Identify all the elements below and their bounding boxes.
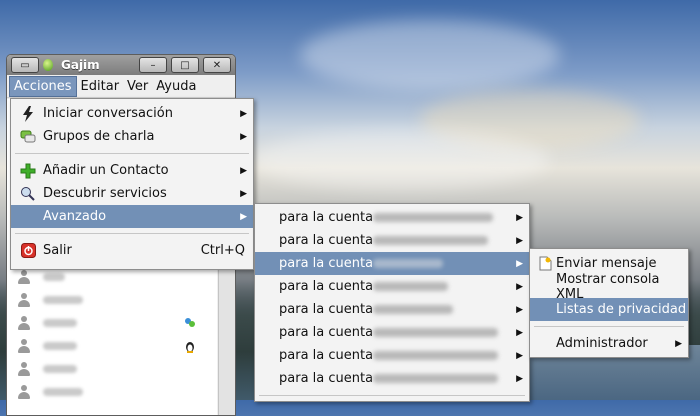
menu-separator	[534, 326, 684, 327]
roster-contact[interactable]	[7, 334, 217, 357]
menu-separator	[259, 395, 525, 396]
menu-item-anadir-contacto[interactable]: Añadir un Contacto ▶	[11, 159, 253, 182]
submenu-arrow-icon: ▶	[516, 304, 523, 315]
contact-icon	[17, 361, 31, 376]
window-menu-button[interactable]: ▭	[11, 57, 39, 73]
account-actions-submenu: Enviar mensaje Mostrar consola XML Lista…	[529, 248, 689, 358]
minimize-button[interactable]: –	[139, 57, 167, 73]
submenu-arrow-icon: ▶	[240, 108, 247, 119]
maximize-button[interactable]: □	[171, 57, 199, 73]
redacted-account	[373, 259, 444, 268]
contact-icon	[17, 269, 31, 284]
menu-item-avanzado[interactable]: Avanzado ▶	[11, 205, 253, 228]
close-button[interactable]: ✕	[203, 57, 231, 73]
window-title: Gajim	[61, 58, 100, 72]
redacted-account	[373, 374, 499, 383]
submenu-arrow-icon: ▶	[516, 235, 523, 246]
submenu-arrow-icon: ▶	[675, 338, 682, 349]
menu-ver[interactable]: Ver	[123, 77, 152, 96]
menu-item-listas-de-privacidad[interactable]: Listas de privacidad	[530, 298, 688, 321]
account-item[interactable]: para la cuenta ▶	[255, 275, 529, 298]
menu-editar[interactable]: Editar	[77, 77, 124, 96]
submenu-arrow-icon: ▶	[516, 373, 523, 384]
redacted-account	[373, 305, 454, 314]
lightning-icon	[19, 105, 37, 123]
roster-contact[interactable]	[7, 311, 217, 334]
redacted-account	[373, 328, 499, 337]
account-item[interactable]: para la cuenta ▶	[255, 252, 529, 275]
redacted-account	[373, 236, 489, 245]
shortcut-label: Ctrl+Q	[200, 243, 245, 258]
submenu-arrow-icon: ▶	[516, 258, 523, 269]
cloud	[300, 20, 560, 90]
contact-icon	[17, 315, 31, 330]
roster-contact[interactable]	[7, 288, 217, 311]
title-bar[interactable]: ▭ Gajim – □ ✕	[7, 55, 235, 75]
quit-power-icon	[19, 242, 37, 260]
linux-penguin-icon	[186, 341, 194, 353]
submenu-arrow-icon: ▶	[240, 211, 247, 222]
contact-icon	[17, 292, 31, 307]
menu-item-mostrar-consola-xml[interactable]: Mostrar consola XML	[530, 272, 688, 302]
redacted-account	[373, 351, 499, 360]
gajim-logo-icon	[43, 59, 53, 71]
account-item[interactable]: para la cuenta ▶	[255, 298, 529, 321]
send-message-icon	[538, 255, 552, 273]
submenu-arrow-icon: ▶	[516, 281, 523, 292]
submenu-arrow-icon: ▶	[240, 165, 247, 176]
menu-item-descubrir-servicios[interactable]: Descubrir servicios ▶	[11, 182, 253, 205]
menu-item-grupos-de-charla[interactable]: Grupos de charla ▶	[11, 125, 253, 148]
submenu-arrow-icon: ▶	[240, 188, 247, 199]
submenu-arrow-icon: ▶	[516, 327, 523, 338]
menu-ayuda[interactable]: Ayuda	[152, 77, 200, 96]
submenu-arrow-icon: ▶	[516, 350, 523, 361]
discover-search-icon	[19, 185, 37, 203]
menubar: Acciones Editar Ver Ayuda	[7, 75, 235, 98]
msn-icon	[185, 317, 195, 327]
menu-separator	[15, 233, 249, 234]
account-item[interactable]: para la cuenta ▶	[255, 367, 529, 390]
cloud	[250, 130, 550, 190]
roster-contact[interactable]	[7, 357, 217, 380]
contact-icon	[17, 384, 31, 399]
menu-separator	[15, 153, 249, 154]
menu-item-administrador[interactable]: Administrador ▶	[530, 332, 688, 355]
chat-bubbles-icon	[19, 128, 37, 146]
account-item[interactable]: para la cuenta ▶	[255, 321, 529, 344]
add-plus-icon	[19, 162, 37, 180]
account-item[interactable]: para la cuenta ▶	[255, 229, 529, 252]
menu-acciones[interactable]: Acciones	[9, 75, 77, 97]
menu-item-salir[interactable]: Salir Ctrl+Q	[11, 239, 253, 262]
menu-item-iniciar-conversacion[interactable]: Iniciar conversación ▶	[11, 102, 253, 125]
account-item[interactable]: para la cuenta ▶	[255, 206, 529, 229]
acciones-menu: Iniciar conversación ▶ Grupos de charla ▶ …	[10, 98, 254, 270]
redacted-account	[373, 282, 449, 291]
contact-icon	[17, 338, 31, 353]
redacted-account	[373, 213, 494, 222]
accounts-submenu: para la cuenta ▶ para la cuenta ▶ para la …	[254, 203, 530, 402]
submenu-arrow-icon: ▶	[240, 131, 247, 142]
submenu-arrow-icon: ▶	[516, 212, 523, 223]
account-item[interactable]: para la cuenta ▶	[255, 344, 529, 367]
